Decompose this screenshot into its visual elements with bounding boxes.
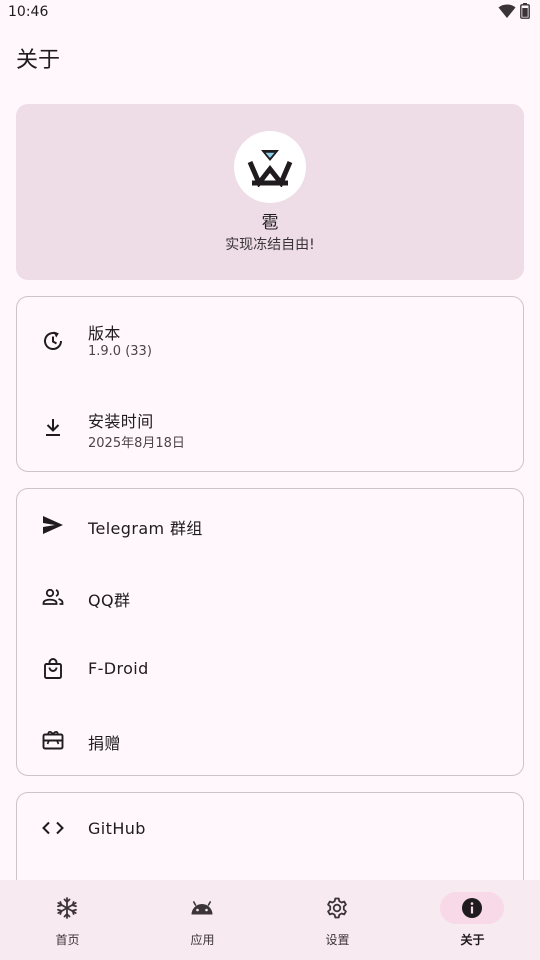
telegram-group-row[interactable]: Telegram 群组 <box>17 489 523 561</box>
nav-home[interactable]: 首页 <box>0 880 135 960</box>
gift-card-icon <box>42 731 64 750</box>
fdroid-label: F-Droid <box>88 659 149 678</box>
fdroid-row[interactable]: F-Droid <box>17 633 523 705</box>
page-title: 关于 <box>16 48 61 73</box>
donate-row[interactable]: 捐赠 <box>17 705 523 775</box>
nav-about-label: 关于 <box>460 933 485 947</box>
app-name: 雹 <box>261 213 279 233</box>
status-time: 10:46 <box>8 4 49 20</box>
hail-logo-icon <box>247 150 293 187</box>
nav-settings[interactable]: 设置 <box>270 880 405 960</box>
qq-group-row[interactable]: QQ群 <box>17 561 523 633</box>
github-row[interactable]: GitHub <box>17 793 523 865</box>
app-logo <box>234 131 306 203</box>
nav-apps[interactable]: 应用 <box>135 880 270 960</box>
status-bar: 10:46 <box>0 0 540 26</box>
nav-apps-label: 应用 <box>190 933 215 947</box>
nav-home-label: 首页 <box>55 933 80 947</box>
download-icon <box>46 419 60 436</box>
community-links-card: Telegram 群组 QQ群 F-Droid 捐赠 <box>16 488 524 776</box>
info-icon <box>462 898 482 918</box>
group-icon <box>42 588 64 605</box>
shopping-bag-icon <box>44 658 62 679</box>
install-time-label: 安装时间 <box>88 412 154 431</box>
bottom-navigation: 首页 应用 设置 关于 <box>0 880 540 960</box>
update-history-icon <box>44 331 62 350</box>
qq-group-label: QQ群 <box>88 591 131 610</box>
wifi-icon <box>498 4 516 18</box>
github-label: GitHub <box>88 819 146 838</box>
nav-settings-label: 设置 <box>325 933 350 947</box>
install-time-value: 2025年8月18日 <box>88 436 185 451</box>
install-time-row[interactable]: 安装时间 2025年8月18日 <box>17 385 523 471</box>
nav-about[interactable]: 关于 <box>405 880 540 960</box>
app-tagline: 实现冻结自由! <box>225 237 315 253</box>
status-icons <box>498 3 530 19</box>
telegram-group-label: Telegram 群组 <box>88 519 203 538</box>
version-label: 版本 <box>88 324 121 343</box>
android-icon <box>191 901 213 915</box>
gear-icon <box>327 897 347 919</box>
snowflake-icon <box>57 897 77 919</box>
battery-icon <box>520 3 530 19</box>
app-hero-card: 雹 实现冻结自由! <box>16 104 524 280</box>
version-row[interactable]: 版本 1.9.0 (33) <box>17 297 523 385</box>
app-info-card: 版本 1.9.0 (33) 安装时间 2025年8月18日 <box>16 296 524 472</box>
donate-label: 捐赠 <box>88 734 121 753</box>
code-icon <box>42 821 64 835</box>
version-value: 1.9.0 (33) <box>88 344 152 359</box>
send-icon <box>43 516 63 534</box>
